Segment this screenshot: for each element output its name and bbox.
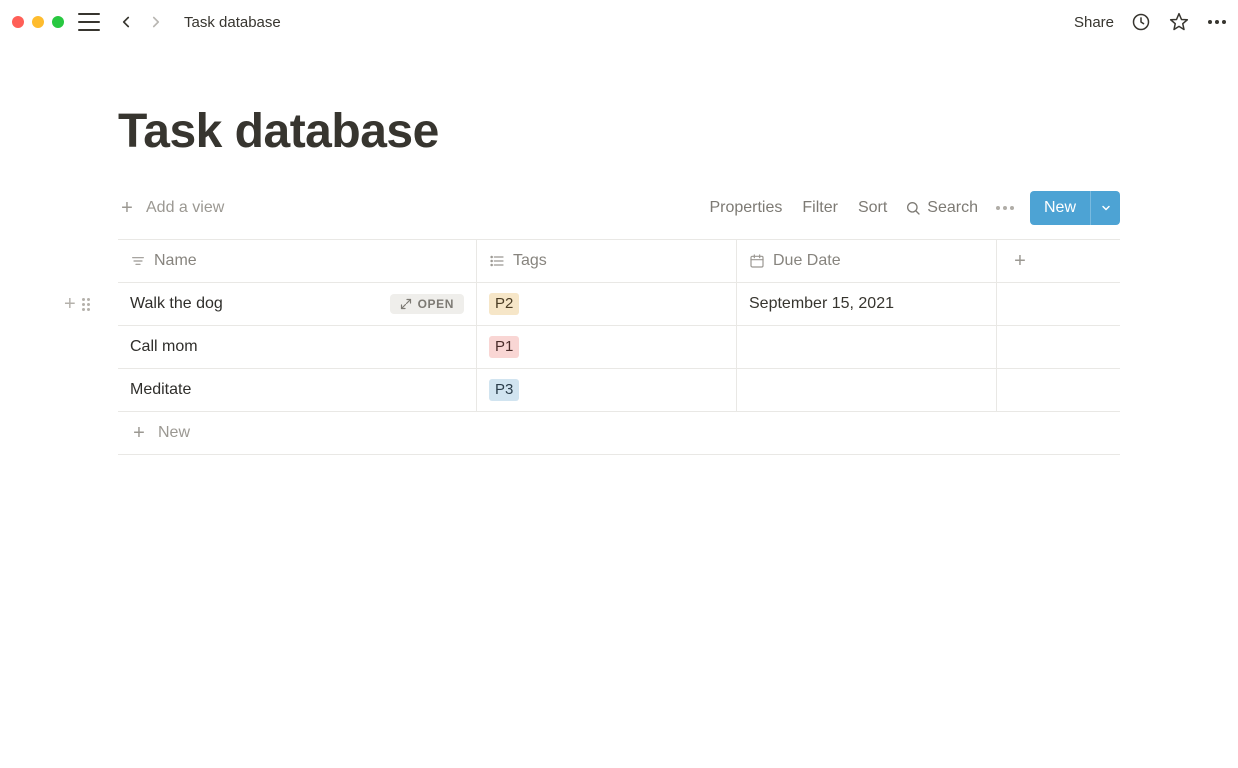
traffic-lights <box>12 16 64 28</box>
cell-empty <box>997 326 1043 368</box>
text-icon <box>130 253 146 269</box>
window-titlebar: Task database Share <box>0 0 1238 44</box>
add-column-button[interactable]: + <box>997 240 1043 282</box>
cell-name[interactable]: Meditate <box>118 369 477 411</box>
expand-icon <box>400 298 412 310</box>
nav-back-icon[interactable] <box>116 12 136 32</box>
sort-button[interactable]: Sort <box>848 199 897 217</box>
filter-button[interactable]: Filter <box>792 199 848 217</box>
task-name: Walk the dog <box>130 295 223 313</box>
new-row-label: New <box>158 424 190 442</box>
cell-name[interactable]: Walk the dog OPEN <box>118 283 477 325</box>
task-name: Call mom <box>130 338 198 356</box>
calendar-icon <box>749 253 765 269</box>
column-header-tags[interactable]: Tags <box>477 240 737 282</box>
column-label: Due Date <box>773 252 841 270</box>
table-header-row: Name Tags Due Date + <box>118 240 1120 283</box>
properties-button[interactable]: Properties <box>699 199 792 217</box>
zoom-window-icon[interactable] <box>52 16 64 28</box>
breadcrumb[interactable]: Task database <box>184 14 281 31</box>
add-view-button[interactable]: + Add a view <box>118 199 224 217</box>
plus-icon: + <box>118 199 136 217</box>
nav-arrows <box>116 12 166 32</box>
open-label: OPEN <box>418 297 454 311</box>
sidebar-toggle-icon[interactable] <box>78 13 100 31</box>
cell-tags[interactable]: P2 <box>477 283 737 325</box>
add-row-icon[interactable]: + <box>64 294 76 314</box>
cell-tags[interactable]: P1 <box>477 326 737 368</box>
tag-badge: P2 <box>489 293 519 315</box>
cell-name[interactable]: Call mom <box>118 326 477 368</box>
share-button[interactable]: Share <box>1074 14 1114 31</box>
page-body: Task database + Add a view Properties Fi… <box>0 44 1238 455</box>
due-date-value: September 15, 2021 <box>749 295 894 313</box>
tag-badge: P1 <box>489 336 519 358</box>
cell-empty <box>997 369 1043 411</box>
cell-tags[interactable]: P3 <box>477 369 737 411</box>
column-header-due[interactable]: Due Date <box>737 240 997 282</box>
open-row-button[interactable]: OPEN <box>390 294 464 314</box>
column-label: Name <box>154 252 197 270</box>
updates-icon[interactable] <box>1130 11 1152 33</box>
search-label: Search <box>927 199 978 217</box>
new-button-label: New <box>1030 193 1090 223</box>
task-name: Meditate <box>130 381 191 399</box>
new-button[interactable]: New <box>1030 191 1120 225</box>
plus-icon: + <box>1014 251 1026 271</box>
cell-due-date[interactable]: September 15, 2021 <box>737 283 997 325</box>
search-icon <box>905 200 921 216</box>
database-table: Name Tags Due Date + + Walk the dog OPEN P2… <box>118 239 1120 455</box>
close-window-icon[interactable] <box>12 16 24 28</box>
column-label: Tags <box>513 252 547 270</box>
add-view-label: Add a view <box>146 199 224 217</box>
tag-badge: P3 <box>489 379 519 401</box>
table-row[interactable]: +Walk the dogOPENP2September 15, 2021 <box>118 283 1120 326</box>
cell-due-date[interactable] <box>737 326 997 368</box>
cell-empty <box>997 283 1043 325</box>
table-row[interactable]: Meditate P3 <box>118 369 1120 412</box>
page-more-icon[interactable] <box>1206 11 1228 33</box>
new-row-button[interactable]: + New <box>118 412 1120 455</box>
favorite-icon[interactable] <box>1168 11 1190 33</box>
cell-due-date[interactable] <box>737 369 997 411</box>
row-handles: + <box>64 283 90 325</box>
drag-handle-icon[interactable] <box>82 298 90 311</box>
column-header-name[interactable]: Name <box>118 240 477 282</box>
minimize-window-icon[interactable] <box>32 16 44 28</box>
chevron-down-icon[interactable] <box>1090 191 1120 225</box>
database-toolbar: + Add a view Properties Filter Sort Sear… <box>118 187 1120 229</box>
page-title[interactable]: Task database <box>118 104 1120 159</box>
search-button[interactable]: Search <box>897 199 986 217</box>
plus-icon: + <box>130 424 148 442</box>
nav-forward-icon <box>146 12 166 32</box>
table-row[interactable]: Call mom P1 <box>118 326 1120 369</box>
list-icon <box>489 253 505 269</box>
toolbar-more-icon[interactable] <box>986 206 1024 210</box>
